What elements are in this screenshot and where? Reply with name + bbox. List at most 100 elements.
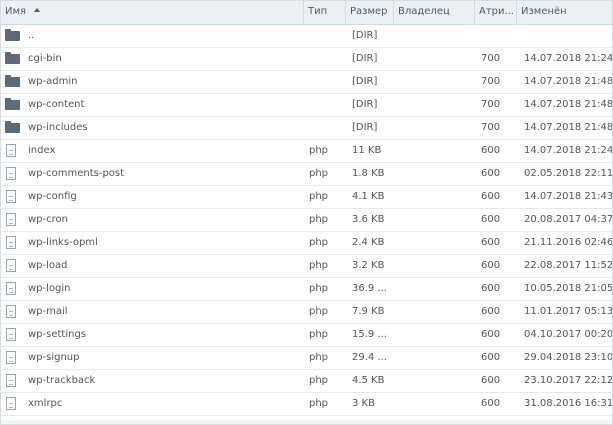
file-type: php xyxy=(309,260,329,271)
column-header-size-label: Размер xyxy=(350,6,388,17)
file-icon xyxy=(6,190,16,203)
file-type: php xyxy=(309,375,329,386)
file-icon xyxy=(6,236,16,249)
file-type: php xyxy=(309,352,329,363)
file-permissions: 700 xyxy=(481,99,501,110)
file-type: php xyxy=(309,168,329,179)
file-icon xyxy=(6,374,16,387)
table-row[interactable]: wp-includes [DIR] 700 14.07.2018 21:48... xyxy=(1,117,612,140)
row-icon-cell xyxy=(5,186,21,208)
sort-ascending-icon xyxy=(34,8,41,12)
row-icon-cell xyxy=(5,94,21,116)
file-permissions: 600 xyxy=(481,214,501,225)
file-size: 7.9 KB xyxy=(352,306,385,317)
file-permissions: 700 xyxy=(481,122,501,133)
file-name: .. xyxy=(28,30,35,41)
row-icon-cell xyxy=(5,370,21,392)
table-row[interactable]: cgi-bin [DIR] 700 14.07.2018 21:24... xyxy=(1,48,612,71)
file-modified-date: 04.10.2017 00:20... xyxy=(524,329,612,340)
table-row[interactable]: wp-settings php 15.9 ... 600 04.10.2017 00:2… xyxy=(1,324,612,347)
table-row[interactable]: index php 11 KB 600 14.07.2018 21:24... xyxy=(1,140,612,163)
file-name: wp-config xyxy=(28,191,77,202)
file-icon xyxy=(6,167,16,180)
column-header-size[interactable]: Размер xyxy=(345,1,393,24)
file-modified-date: 11.01.2017 05:13... xyxy=(524,306,612,317)
table-row[interactable]: wp-signup php 29.4 ... 600 29.04.2018 23:10.… xyxy=(1,347,612,370)
file-size: [DIR] xyxy=(352,99,378,110)
table-row[interactable]: wp-content [DIR] 700 14.07.2018 21:48... xyxy=(1,94,612,117)
row-icon-cell xyxy=(5,209,21,231)
file-modified-date: 20.08.2017 04:37... xyxy=(524,214,612,225)
file-type: php xyxy=(309,283,329,294)
file-name: wp-admin xyxy=(28,76,78,87)
table-row[interactable]: wp-cron php 3.6 KB 600 20.08.2017 04:37... xyxy=(1,209,612,232)
file-type xyxy=(309,94,345,116)
table-row[interactable]: wp-links-opml php 2.4 KB 600 21.11.2016 02:4… xyxy=(1,232,612,255)
table-row[interactable]: wp-trackback php 4.5 KB 600 23.10.2017 22:12… xyxy=(1,370,612,393)
column-header-attrs[interactable]: Атри... xyxy=(474,1,516,24)
table-row[interactable]: wp-config php 4.1 KB 600 14.07.2018 21:43... xyxy=(1,186,612,209)
table-row[interactable]: wp-admin [DIR] 700 14.07.2018 21:48... xyxy=(1,71,612,94)
file-name: index xyxy=(28,145,56,156)
file-name: wp-settings xyxy=(28,329,87,340)
file-modified-date: 14.07.2018 21:24... xyxy=(524,53,612,64)
file-icon xyxy=(6,397,16,410)
table-row[interactable]: .. [DIR] xyxy=(1,25,612,48)
file-type xyxy=(309,71,345,93)
file-name: wp-load xyxy=(28,260,68,271)
table-row[interactable]: wp-login php 36.9 ... 600 10.05.2018 21:05..… xyxy=(1,278,612,301)
folder-icon xyxy=(5,52,20,64)
folder-icon xyxy=(5,29,20,41)
file-permissions: 600 xyxy=(481,237,501,248)
file-size: 1.8 KB xyxy=(352,168,385,179)
file-icon xyxy=(6,144,16,157)
row-icon-cell xyxy=(5,301,21,323)
column-header-name-label: Имя xyxy=(5,6,27,17)
file-name: wp-comments-post xyxy=(28,168,125,179)
column-header-type-label: Тип xyxy=(308,6,328,17)
table-row[interactable]: wp-comments-post php 1.8 KB 600 02.05.2018 2… xyxy=(1,163,612,186)
file-size: [DIR] xyxy=(352,122,378,133)
row-icon-cell xyxy=(5,163,21,185)
file-manager-table: Имя Тип Размер Владелец Атри... Изменён … xyxy=(0,0,613,425)
file-permissions: 600 xyxy=(481,306,501,317)
row-icon-cell xyxy=(5,232,21,254)
column-header-type[interactable]: Тип xyxy=(303,1,345,24)
file-modified-date: 22.08.2017 11:52... xyxy=(524,260,612,271)
file-permissions: 700 xyxy=(481,76,501,87)
file-size: 3 KB xyxy=(352,398,375,409)
file-permissions: 600 xyxy=(481,329,501,340)
file-modified-date: 31.08.2016 16:31... xyxy=(524,398,612,409)
file-permissions: 600 xyxy=(481,168,501,179)
file-type: php xyxy=(309,329,329,340)
column-header-name[interactable]: Имя xyxy=(1,1,303,24)
file-modified-date: 02.05.2018 22:11... xyxy=(524,168,612,179)
file-permissions xyxy=(481,25,501,47)
file-permissions: 600 xyxy=(481,352,501,363)
file-size: 11 KB xyxy=(352,145,382,156)
horizontal-scrollbar[interactable] xyxy=(1,420,612,424)
file-name: wp-includes xyxy=(28,122,88,133)
column-header-attrs-label: Атри... xyxy=(479,6,515,17)
table-row[interactable]: wp-mail php 7.9 KB 600 11.01.2017 05:13... xyxy=(1,301,612,324)
row-icon-cell xyxy=(5,140,21,162)
column-header-owner[interactable]: Владелец xyxy=(393,1,474,24)
file-type xyxy=(309,25,345,47)
file-size: 4.5 KB xyxy=(352,375,385,386)
file-modified-date xyxy=(524,25,612,47)
file-type xyxy=(309,48,345,70)
file-type xyxy=(309,117,345,139)
file-permissions: 600 xyxy=(481,145,501,156)
column-header-modified[interactable]: Изменён xyxy=(516,1,612,24)
file-name: wp-content xyxy=(28,99,85,110)
file-icon xyxy=(6,213,16,226)
table-row[interactable]: wp-load php 3.2 KB 600 22.08.2017 11:52... xyxy=(1,255,612,278)
row-icon-cell xyxy=(5,117,21,139)
file-name: wp-mail xyxy=(28,306,68,317)
file-icon xyxy=(6,328,16,341)
file-size: 36.9 ... xyxy=(352,283,387,294)
file-type: php xyxy=(309,306,329,317)
file-type: php xyxy=(309,214,329,225)
table-row[interactable]: xmlrpc php 3 KB 600 31.08.2016 16:31... xyxy=(1,393,612,416)
file-modified-date: 14.07.2018 21:43... xyxy=(524,191,612,202)
